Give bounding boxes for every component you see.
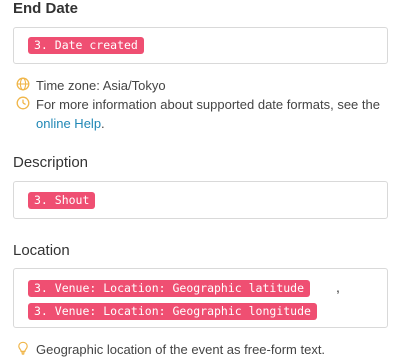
location-longitude-token[interactable]: 3. Venue: Location: Geographic longitude: [28, 303, 317, 320]
lightbulb-icon: [18, 341, 28, 355]
location-hint: Geographic location of the event as free…: [16, 340, 386, 359]
online-help-link[interactable]: online Help: [36, 116, 101, 131]
timezone-hint: Time zone: Asia/Tokyo: [16, 76, 386, 95]
location-field[interactable]: 3. Venue: Location: Geographic latitude …: [13, 268, 388, 328]
end-date-label: End Date: [13, 0, 79, 17]
location-hint-text: Geographic location of the event as free…: [36, 342, 326, 357]
end-date-field[interactable]: 3. Date created: [13, 27, 388, 64]
location-separator: ,: [336, 279, 340, 295]
formats-text: For more information about supported dat…: [36, 97, 380, 112]
formats-hint: For more information about supported dat…: [16, 95, 386, 133]
location-label: Location: [13, 242, 70, 259]
timezone-text: Time zone: Asia/Tokyo: [36, 78, 166, 93]
end-date-token[interactable]: 3. Date created: [28, 37, 144, 54]
location-latitude-token[interactable]: 3. Venue: Location: Geographic latitude: [28, 280, 311, 297]
formats-link-row: online Help.: [36, 114, 105, 133]
description-field[interactable]: 3. Shout: [13, 181, 388, 219]
description-token[interactable]: 3. Shout: [28, 192, 96, 209]
globe-icon: [16, 77, 30, 91]
formats-tail: .: [101, 116, 105, 131]
clock-icon: [16, 96, 30, 110]
description-label: Description: [13, 154, 89, 171]
